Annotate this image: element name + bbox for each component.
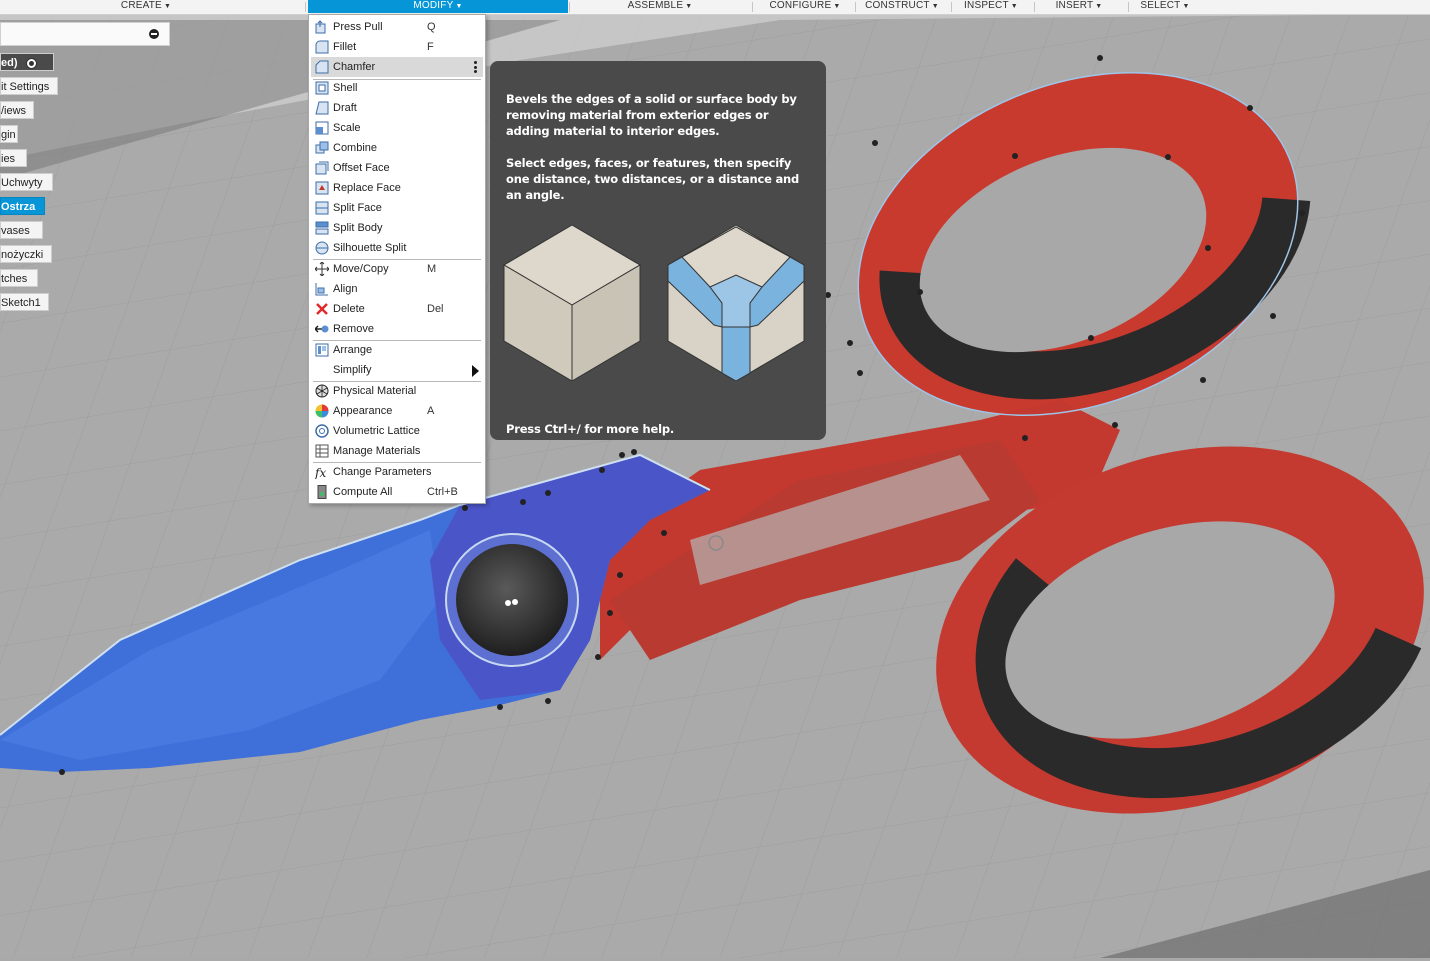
browser-item-origin[interactable]: gin xyxy=(0,125,18,143)
move-copy-icon xyxy=(315,262,329,276)
browser-item-nozyczki[interactable]: nożyczki xyxy=(0,245,52,263)
svg-text:fx: fx xyxy=(315,466,326,479)
combine-icon xyxy=(315,141,329,154)
menu-item-offset-face[interactable]: Offset Face xyxy=(311,158,483,178)
menu-item-simplify[interactable]: Simplify xyxy=(311,360,483,380)
toolbar: CREATE ▼ MODIFY ▼ ASSEMBLE ▼ CONFIGURE ▼ CON… xyxy=(0,0,1430,15)
replace-face-icon xyxy=(315,181,329,195)
toolbar-separator xyxy=(569,2,570,12)
browser-item-canvases[interactable]: vases xyxy=(0,221,43,239)
menu-item-replace-face[interactable]: Replace Face xyxy=(311,178,483,198)
menu-item-press-pull[interactable]: Press Pull Q xyxy=(311,17,483,37)
volumetric-lattice-icon xyxy=(315,424,329,438)
silhouette-split-icon xyxy=(315,241,329,255)
tooltip-help: Press Ctrl+/ for more help. xyxy=(506,422,675,436)
collapse-icon[interactable] xyxy=(149,29,159,39)
menu-item-fillet[interactable]: Fillet F xyxy=(311,37,483,57)
tab-modify[interactable]: MODIFY ▼ xyxy=(308,0,568,13)
menu-item-move-copy[interactable]: Move/Copy M xyxy=(311,259,483,279)
menu-item-compute-all[interactable]: Compute All Ctrl+B xyxy=(311,482,483,502)
menu-item-chamfer[interactable]: Chamfer xyxy=(311,57,483,77)
submenu-arrow-icon xyxy=(472,365,479,377)
browser-item-named-views[interactable]: /iews xyxy=(0,101,34,119)
menu-item-split-body[interactable]: Split Body xyxy=(311,218,483,238)
menu-item-manage-materials[interactable]: Manage Materials xyxy=(311,441,483,461)
fillet-icon xyxy=(315,40,329,54)
toolbar-separator xyxy=(305,2,306,12)
tab-create[interactable]: CREATE ▼ xyxy=(100,0,192,13)
menu-item-arrange[interactable]: Arrange xyxy=(311,340,483,360)
browser-item-uchwyty[interactable]: Uchwyty xyxy=(0,173,53,191)
menu-item-appearance[interactable]: Appearance A xyxy=(311,401,483,421)
physical-material-icon xyxy=(315,384,329,398)
browser-item-document-settings[interactable]: it Settings xyxy=(0,77,58,95)
shell-icon xyxy=(315,81,329,95)
menu-item-split-face[interactable]: Split Face xyxy=(311,198,483,218)
menu-item-remove[interactable]: Remove xyxy=(311,319,483,339)
menu-item-draft[interactable]: Draft xyxy=(311,98,483,118)
scale-icon xyxy=(315,121,329,135)
cube-after-icon xyxy=(667,224,805,381)
delete-icon xyxy=(316,303,328,315)
tab-select[interactable]: SELECT ▼ xyxy=(1134,0,1196,13)
browser-header[interactable] xyxy=(0,22,170,46)
compute-all-icon xyxy=(317,485,327,499)
chamfer-icon xyxy=(315,60,329,74)
browser-item-bodies[interactable]: ies xyxy=(0,149,27,167)
activate-radio-icon[interactable] xyxy=(25,57,37,69)
menu-item-scale[interactable]: Scale xyxy=(311,118,483,138)
tooltip-description: Bevels the edges of a solid or surface b… xyxy=(506,92,797,138)
manage-materials-icon xyxy=(315,444,329,458)
offset-face-icon xyxy=(315,161,329,175)
press-pull-icon xyxy=(315,20,326,34)
align-icon xyxy=(315,283,328,296)
menu-item-volumetric-lattice[interactable]: Volumetric Lattice xyxy=(311,421,483,441)
menu-item-silhouette-split[interactable]: Silhouette Split xyxy=(311,238,483,258)
menu-item-change-parameters[interactable]: fx Change Parameters xyxy=(311,462,483,482)
menu-item-delete[interactable]: Delete Del xyxy=(311,299,483,319)
tab-configure[interactable]: CONFIGURE ▼ xyxy=(760,0,850,13)
tab-inspect[interactable]: INSPECT ▼ xyxy=(958,0,1024,13)
appearance-icon xyxy=(315,404,329,418)
remove-icon xyxy=(315,325,329,333)
draft-icon xyxy=(315,101,329,115)
toolbar-separator xyxy=(1128,2,1129,12)
toolbar-separator xyxy=(752,2,753,12)
cube-before-icon xyxy=(503,224,641,381)
chamfer-illustration xyxy=(503,224,805,381)
browser-item-sketch1[interactable]: Sketch1 xyxy=(0,293,49,311)
split-face-icon xyxy=(315,201,329,215)
split-body-icon xyxy=(315,221,329,235)
menu-item-shell[interactable]: Shell xyxy=(311,78,483,98)
tab-insert[interactable]: INSERT ▼ xyxy=(1048,0,1110,13)
menu-item-physical-material[interactable]: Physical Material xyxy=(311,381,483,401)
arrange-icon xyxy=(315,343,329,357)
browser-item-sketches[interactable]: tches xyxy=(0,269,38,287)
menu-item-combine[interactable]: Combine xyxy=(311,138,483,158)
browser-item-ostrza[interactable]: Ostrza xyxy=(0,197,45,215)
more-options-icon[interactable] xyxy=(474,61,477,73)
toolbar-separator xyxy=(1034,2,1035,12)
modify-dropdown-menu: Press Pull Q Fillet F Chamfer Shell Draft … xyxy=(308,14,486,504)
toolbar-separator xyxy=(951,2,952,12)
browser-item-document[interactable]: ed) xyxy=(0,53,54,71)
tab-assemble[interactable]: ASSEMBLE ▼ xyxy=(610,0,710,13)
menu-item-align[interactable]: Align xyxy=(311,279,483,299)
chamfer-tooltip: Bevels the edges of a solid or surface b… xyxy=(490,61,826,440)
tab-construct[interactable]: CONSTRUCT ▼ xyxy=(860,0,944,13)
pivot-screw[interactable] xyxy=(445,533,579,667)
toolbar-separator xyxy=(855,2,856,12)
fx-icon: fx xyxy=(315,466,326,479)
tooltip-instructions: Select edges, faces, or features, then s… xyxy=(506,156,800,202)
